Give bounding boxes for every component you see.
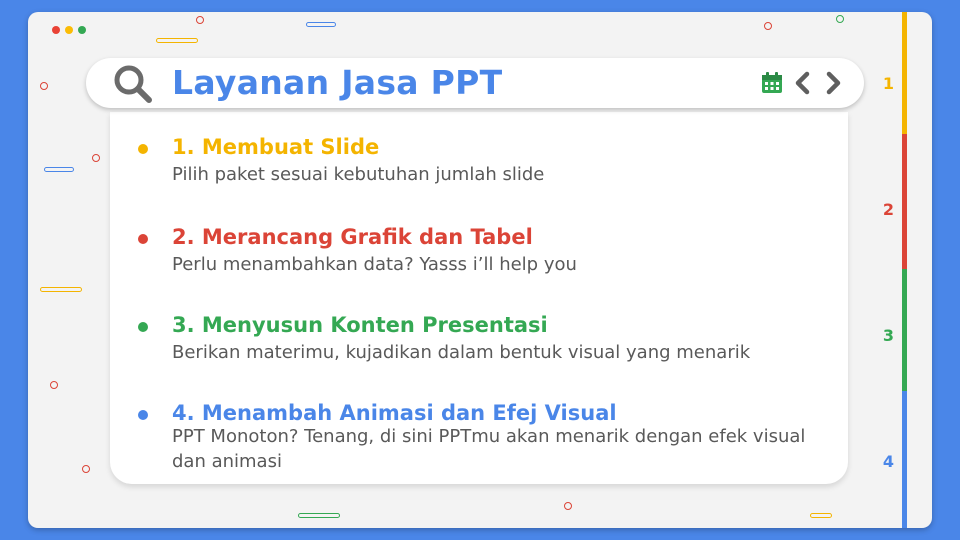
decoration-ring: [50, 381, 58, 389]
tab-4-line: [902, 391, 907, 528]
window-dot-yellow: [65, 26, 73, 34]
bullet-icon: [138, 234, 148, 244]
slide-frame: 1. Membuat Slide Pilih paket sesuai kebu…: [28, 12, 932, 528]
window-dots: [52, 26, 86, 34]
service-title: 2. Merancang Grafik dan Tabel: [172, 225, 533, 249]
calendar-icon[interactable]: [760, 71, 784, 99]
decoration-ring: [564, 502, 572, 510]
tab-2[interactable]: 2: [883, 200, 894, 219]
search-icon[interactable]: [112, 64, 156, 104]
chevron-left-icon[interactable]: [792, 70, 814, 100]
window-dot-red: [52, 26, 60, 34]
decoration-ring: [92, 154, 100, 162]
tab-1[interactable]: 1: [883, 74, 894, 93]
decoration-pill: [306, 22, 336, 27]
decoration-pill: [810, 513, 832, 518]
bullet-icon: [138, 144, 148, 154]
search-bar[interactable]: Layanan Jasa PPT: [86, 58, 864, 108]
service-card: 1. Membuat Slide Pilih paket sesuai kebu…: [110, 112, 848, 484]
tab-2-line: [902, 134, 907, 269]
service-title: 4. Menambah Animasi dan Efej Visual: [172, 401, 617, 425]
decoration-ring: [40, 82, 48, 90]
tab-3-line: [902, 269, 907, 391]
tab-4[interactable]: 4: [883, 452, 894, 471]
service-desc: Perlu menambahkan data? Yasss i’ll help …: [172, 254, 577, 275]
decoration-ring: [836, 15, 844, 23]
chevron-right-icon[interactable]: [822, 70, 844, 100]
bullet-icon: [138, 410, 148, 420]
window-dot-green: [78, 26, 86, 34]
tab-3[interactable]: 3: [883, 326, 894, 345]
service-title: 1. Membuat Slide: [172, 135, 380, 159]
decoration-pill: [40, 287, 82, 292]
decoration-ring: [196, 16, 204, 24]
search-bar-actions: [760, 70, 844, 100]
service-title: 3. Menyusun Konten Presentasi: [172, 313, 548, 337]
page-title: Layanan Jasa PPT: [172, 63, 503, 102]
tab-1-line: [902, 12, 907, 134]
decoration-pill: [156, 38, 198, 43]
decoration-pill: [44, 167, 74, 172]
bullet-icon: [138, 322, 148, 332]
section-tabs: 1 2 3 4: [872, 12, 932, 528]
decoration-ring: [764, 22, 772, 30]
service-desc: Berikan materimu, kujadikan dalam bentuk…: [172, 342, 751, 363]
decoration-ring: [82, 465, 90, 473]
service-desc: PPT Monoton? Tenang, di sini PPTmu akan …: [172, 426, 806, 472]
decoration-pill: [298, 513, 340, 518]
service-desc: Pilih paket sesuai kebutuhan jumlah slid…: [172, 164, 545, 185]
